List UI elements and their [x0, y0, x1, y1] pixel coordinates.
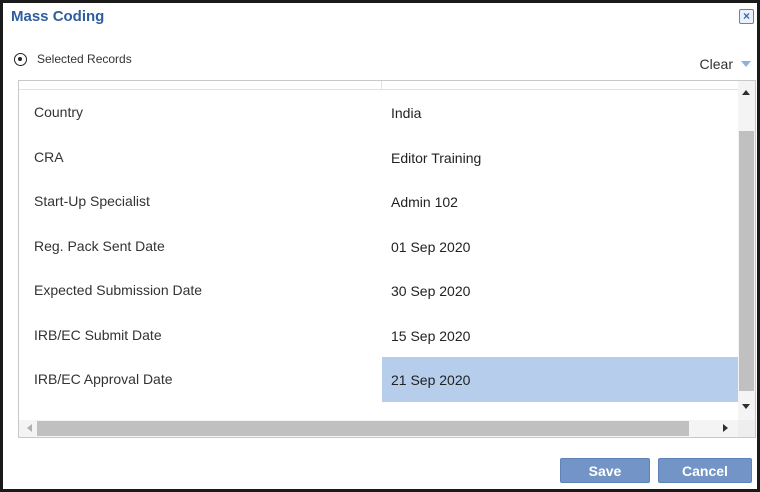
scroll-left-arrow-icon[interactable]	[27, 424, 32, 432]
save-button[interactable]: Save	[560, 458, 650, 483]
radio-button[interactable]	[14, 52, 27, 66]
grid-header	[19, 81, 739, 90]
mass-coding-dialog: Mass Coding × Selected Records Clear Cou…	[0, 0, 760, 492]
field-value: 01 Sep 2020	[391, 238, 471, 255]
field-value: Admin 102	[391, 194, 458, 210]
table-row[interactable]: Reg. Pack Sent Date 01 Sep 2020	[19, 224, 739, 269]
radio-selected-dot	[18, 56, 22, 61]
field-value: 30 Sep 2020	[391, 283, 471, 299]
cancel-button[interactable]: Cancel	[658, 458, 752, 483]
table-row[interactable]: CRA Editor Training	[19, 135, 739, 180]
clear-label[interactable]: Clear	[700, 56, 733, 72]
field-value-cell[interactable]: 01 Sep 2020	[382, 224, 738, 269]
scroll-down-arrow-icon[interactable]	[742, 404, 750, 409]
horizontal-scroll-thumb[interactable]	[37, 421, 689, 436]
column-divider[interactable]	[381, 81, 382, 89]
clear-dropdown[interactable]: Clear	[700, 56, 751, 72]
field-value-cell[interactable]: Editor Training	[382, 135, 738, 180]
field-label: CRA	[34, 148, 64, 165]
close-icon[interactable]: ×	[739, 9, 754, 24]
field-label: Start-Up Specialist	[34, 193, 150, 209]
caret-down-icon[interactable]	[741, 61, 751, 67]
grid-body: Country India CRA Editor Training Start-Up S…	[19, 90, 739, 402]
field-value: Editor Training	[391, 149, 482, 166]
table-row[interactable]: Start-Up Specialist Admin 102	[19, 179, 739, 224]
field-value: India	[391, 105, 422, 121]
field-value-cell[interactable]: 21 Sep 2020	[382, 357, 738, 402]
selected-records-option[interactable]: Selected Records	[14, 52, 132, 66]
field-label: Expected Submission Date	[34, 282, 203, 298]
field-label: Reg. Pack Sent Date	[34, 237, 165, 254]
field-value-cell[interactable]: 15 Sep 2020	[382, 313, 738, 358]
field-value: 15 Sep 2020	[391, 327, 471, 344]
vertical-scroll-thumb[interactable]	[739, 131, 754, 391]
table-row[interactable]: IRB/EC Submit Date 15 Sep 2020	[19, 313, 739, 358]
scroll-up-arrow-icon[interactable]	[742, 90, 750, 95]
radio-label: Selected Records	[37, 52, 132, 66]
horizontal-scrollbar[interactable]	[19, 420, 740, 437]
field-label: Country	[34, 104, 84, 120]
field-label: IRB/EC Approval Date	[34, 371, 173, 387]
field-label: IRB/EC Submit Date	[34, 326, 162, 343]
scroll-right-arrow-icon[interactable]	[723, 424, 728, 432]
table-row[interactable]: IRB/EC Approval Date 21 Sep 2020	[19, 357, 739, 402]
field-value-cell[interactable]: 30 Sep 2020	[382, 268, 738, 313]
field-value-cell[interactable]: India	[382, 90, 738, 135]
table-row[interactable]: Country India	[19, 90, 739, 135]
field-value-cell[interactable]: Admin 102	[382, 179, 738, 224]
scrollbar-corner	[738, 420, 755, 437]
vertical-scrollbar[interactable]	[738, 81, 755, 420]
table-row[interactable]: Expected Submission Date 30 Sep 2020	[19, 268, 739, 313]
field-value: 21 Sep 2020	[391, 372, 471, 388]
dialog-title: Mass Coding	[11, 8, 105, 25]
coding-grid: Country India CRA Editor Training Start-Up S…	[18, 80, 756, 438]
